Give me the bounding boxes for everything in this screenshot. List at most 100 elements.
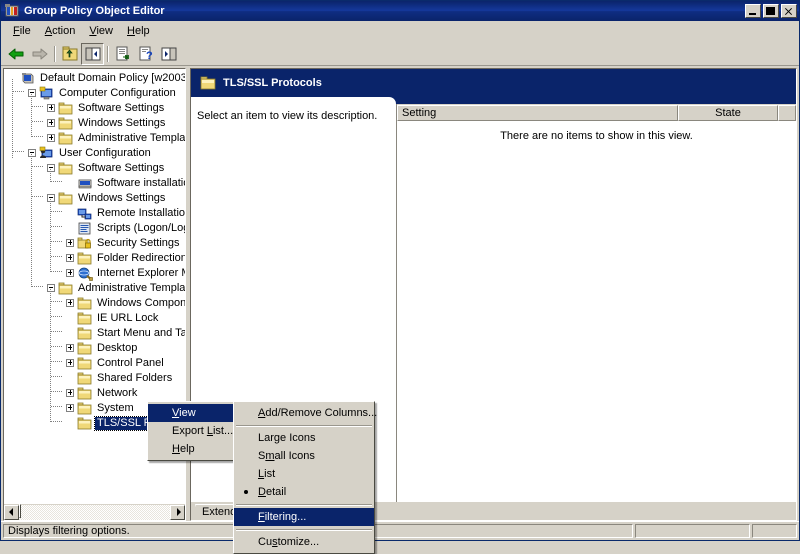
forward-button bbox=[28, 43, 51, 65]
tree-item-windows-components[interactable]: Windows Components bbox=[5, 296, 185, 311]
status-panel-2 bbox=[635, 524, 750, 538]
folder-icon bbox=[58, 101, 74, 116]
tree-item-software-settings[interactable]: Software Settings bbox=[5, 161, 185, 176]
tree-item-administrative-templates[interactable]: Administrative Templates bbox=[5, 281, 185, 296]
expand-plus-icon[interactable] bbox=[45, 116, 58, 131]
menu-view[interactable]: View bbox=[82, 23, 120, 39]
menu-action[interactable]: Action bbox=[38, 23, 83, 39]
close-button[interactable] bbox=[781, 4, 797, 18]
help-button[interactable]: ? bbox=[134, 43, 157, 65]
expand-plus-icon[interactable] bbox=[45, 101, 58, 116]
tree-item-shared-folders[interactable]: Shared Folders bbox=[5, 371, 185, 386]
tree-connector bbox=[32, 286, 44, 287]
tree-item-software-settings[interactable]: Software Settings bbox=[5, 101, 185, 116]
tree-item-windows-settings[interactable]: Windows Settings bbox=[5, 116, 185, 131]
view-submenu-item-add-remove-columns[interactable]: Add/Remove Columns... bbox=[234, 404, 377, 422]
expand-plus-icon[interactable] bbox=[64, 341, 77, 356]
folder-icon bbox=[58, 161, 74, 176]
menu-file[interactable]: File bbox=[6, 23, 38, 39]
tree-item-internet-explorer-mainten[interactable]: Internet Explorer Mainten bbox=[5, 266, 185, 281]
export-list-button[interactable] bbox=[111, 43, 134, 65]
scroll-track[interactable] bbox=[19, 503, 170, 520]
folder-icon bbox=[58, 191, 74, 206]
view-submenu-item-list[interactable]: List bbox=[234, 465, 374, 483]
view-submenu-item-detail[interactable]: Detail bbox=[234, 483, 374, 501]
scripts-icon bbox=[77, 221, 93, 236]
expand-plus-icon[interactable] bbox=[64, 401, 77, 416]
collapse-minus-icon[interactable] bbox=[26, 86, 39, 101]
show-hide-tree-button[interactable] bbox=[81, 42, 104, 65]
view-submenu-item-large-icons[interactable]: Large Icons bbox=[234, 429, 374, 447]
folder-icon bbox=[77, 341, 93, 356]
column-header-setting[interactable]: Setting bbox=[397, 105, 678, 121]
tree-item-default-domain-policy-w2003server[interactable]: Default Domain Policy [w2003server. bbox=[5, 71, 185, 86]
column-header-stub bbox=[778, 105, 796, 121]
column-header-state[interactable]: State bbox=[678, 105, 778, 121]
tree-item-control-panel[interactable]: Control Panel bbox=[5, 356, 185, 371]
description-text: Select an item to view its description. bbox=[197, 110, 378, 122]
tree-connector bbox=[51, 181, 63, 182]
menu-item-label: Detail bbox=[258, 486, 287, 498]
menu-separator bbox=[236, 425, 372, 426]
tree-connector bbox=[51, 211, 63, 212]
menu-separator bbox=[236, 504, 372, 505]
back-button[interactable] bbox=[5, 43, 28, 65]
expand-plus-icon[interactable] bbox=[64, 251, 77, 266]
maximize-button[interactable] bbox=[763, 4, 779, 18]
tree-connector bbox=[13, 151, 25, 152]
expand-plus-icon[interactable] bbox=[45, 131, 58, 146]
tree-no-expander bbox=[64, 176, 77, 191]
menu-item-label: Help bbox=[172, 443, 195, 455]
collapse-minus-icon[interactable] bbox=[45, 191, 58, 206]
menu-bar: File Action View Help bbox=[1, 21, 799, 42]
tree-no-expander bbox=[64, 326, 77, 341]
scroll-thumb[interactable] bbox=[19, 503, 21, 518]
expand-plus-icon[interactable] bbox=[64, 296, 77, 311]
expand-plus-icon[interactable] bbox=[64, 386, 77, 401]
view-submenu-item-small-icons[interactable]: Small Icons bbox=[234, 447, 374, 465]
tree-connector bbox=[51, 346, 63, 347]
menu-help[interactable]: Help bbox=[120, 23, 157, 39]
expand-plus-icon[interactable] bbox=[64, 236, 77, 251]
menu-separator bbox=[236, 529, 372, 530]
show-hide-description-button[interactable] bbox=[157, 43, 180, 65]
list-view[interactable]: Setting State There are no items to show… bbox=[396, 104, 796, 502]
tree-item-label: Windows Components bbox=[97, 297, 185, 309]
collapse-minus-icon[interactable] bbox=[45, 161, 58, 176]
folder-icon bbox=[77, 416, 93, 431]
scroll-right-button[interactable] bbox=[170, 504, 185, 520]
tree-item-network[interactable]: Network bbox=[5, 386, 185, 401]
tree-item-ie-url-lock[interactable]: IE URL Lock bbox=[5, 311, 185, 326]
tree-connector bbox=[31, 154, 32, 288]
tree-horizontal-scrollbar[interactable] bbox=[4, 503, 185, 520]
tree-item-folder-redirection[interactable]: Folder Redirection bbox=[5, 251, 185, 266]
tree-item-administrative-templates[interactable]: Administrative Templates bbox=[5, 131, 185, 146]
tree-item-user-configuration[interactable]: User Configuration bbox=[5, 146, 185, 161]
up-one-level-button[interactable] bbox=[58, 43, 81, 65]
view-submenu[interactable]: Add/Remove Columns... Large Icons Small Ic… bbox=[233, 401, 377, 554]
svg-text:?: ? bbox=[146, 50, 153, 61]
collapse-minus-icon[interactable] bbox=[26, 146, 39, 161]
radio-bullet-icon bbox=[244, 490, 248, 494]
minimize-button[interactable] bbox=[745, 4, 761, 18]
tree-item-software-installation[interactable]: Software installation bbox=[5, 176, 185, 191]
expand-plus-icon[interactable] bbox=[64, 356, 77, 371]
view-submenu-item-customize[interactable]: Customize... bbox=[234, 533, 374, 551]
tree-item-windows-settings[interactable]: Windows Settings bbox=[5, 191, 185, 206]
tree-item-computer-configuration[interactable]: Computer Configuration bbox=[5, 86, 185, 101]
tree-item-desktop[interactable]: Desktop bbox=[5, 341, 185, 356]
tree-item-scripts-logon-logoff[interactable]: Scripts (Logon/Logoff) bbox=[5, 221, 185, 236]
view-submenu-item-filtering[interactable]: Filtering... bbox=[234, 508, 374, 526]
collapse-minus-icon[interactable] bbox=[45, 281, 58, 296]
tree-item-security-settings[interactable]: Security Settings bbox=[5, 236, 185, 251]
expand-plus-icon[interactable] bbox=[64, 266, 77, 281]
scroll-left-button[interactable] bbox=[4, 504, 19, 520]
tree-item-remote-installation-servi[interactable]: Remote Installation Servi bbox=[5, 206, 185, 221]
tree-item-start-menu-and-taskbar[interactable]: Start Menu and Taskbar bbox=[5, 326, 185, 341]
